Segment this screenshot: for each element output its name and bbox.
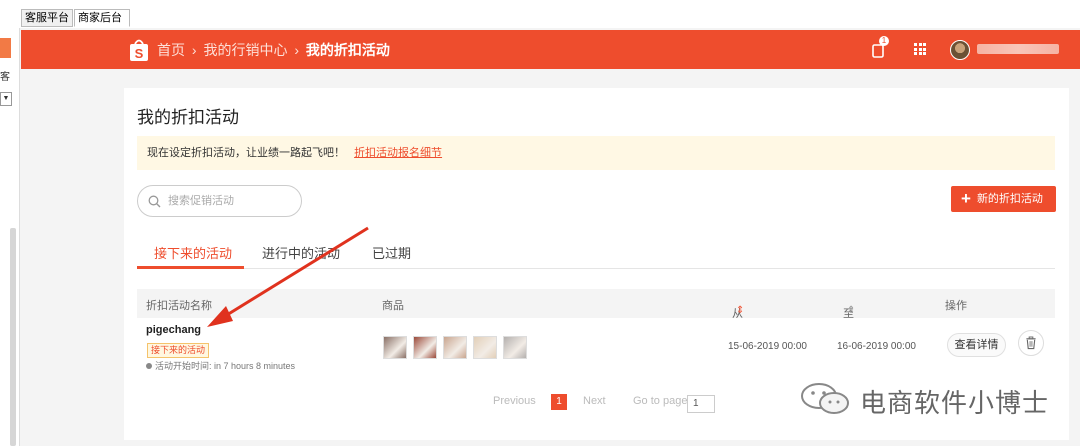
watermark: 电商软件小博士 <box>798 382 1048 418</box>
column-header-products: 商品 <box>382 300 404 312</box>
breadcrumb-marketing-center[interactable]: 我的行销中心 <box>203 42 287 58</box>
start-time-info: 活动开始时间: in 7 hours 8 minutes <box>146 359 295 372</box>
product-thumbnail[interactable] <box>473 336 497 359</box>
search-input[interactable] <box>168 193 293 209</box>
next-page-button[interactable]: Next <box>583 395 606 407</box>
column-header-actions: 操作 <box>945 300 967 312</box>
product-thumbnail[interactable] <box>443 336 467 359</box>
table-row: pigechang 接下来的活动 活动开始时间: in 7 hours 8 mi… <box>137 318 1055 373</box>
wechat-logo-icon <box>801 383 849 414</box>
sort-icon: ⇕ <box>847 305 856 316</box>
product-thumbnail[interactable] <box>383 336 407 359</box>
start-time-text: 活动开始时间: in 7 hours 8 minutes <box>155 361 296 371</box>
new-discount-campaign-button[interactable]: + 新的折扣活动 <box>951 186 1056 212</box>
goto-page-input[interactable]: 1 <box>687 395 715 413</box>
goto-page-label: Go to page <box>633 395 688 407</box>
left-panel: 客 ▼ <box>0 28 20 446</box>
table-header: 折扣活动名称 商品 从 ⇕ 至 ⇕ 操作 <box>137 289 1055 320</box>
search-icon <box>148 195 161 208</box>
search-box[interactable] <box>137 185 302 217</box>
tab-upcoming[interactable]: 接下来的活动 <box>154 243 232 262</box>
notice-text: 现在设定折扣活动，让业绩一路起飞吧！ <box>147 147 345 159</box>
trash-icon[interactable] <box>1018 330 1044 356</box>
plus-icon: + <box>961 189 971 208</box>
active-tab-indicator <box>137 266 244 269</box>
notice-banner: 现在设定折扣活动，让业绩一路起飞吧！ 折扣活动报名细节 <box>137 136 1055 170</box>
breadcrumb: 首页 › 我的行销中心 › 我的折扣活动 <box>157 40 390 60</box>
current-page[interactable]: 1 <box>551 394 567 410</box>
page-title: 我的折扣活动 <box>137 108 239 127</box>
avatar[interactable] <box>950 40 970 60</box>
tab-expired[interactable]: 已过期 <box>372 243 411 262</box>
campaign-tabs: 接下来的活动 进行中的活动 已过期 <box>137 231 1055 269</box>
browser-tab-seller-center[interactable]: 商家后台 <box>74 9 130 27</box>
browser-tab-strip: 客服平台 商家后台 <box>0 0 1080 28</box>
tab-ongoing[interactable]: 进行中的活动 <box>262 243 340 262</box>
apps-grid-icon[interactable] <box>914 43 926 55</box>
sort-icon: ⇕ <box>736 305 745 316</box>
left-panel-scrollbar[interactable] <box>10 228 16 446</box>
breadcrumb-separator: › <box>294 42 300 58</box>
browser-tab-customer-service[interactable]: 客服平台 <box>21 9 73 27</box>
breadcrumb-current: 我的折扣活动 <box>305 42 390 58</box>
svg-text:S: S <box>135 46 144 61</box>
from-date: 15-06-2019 00:00 <box>728 341 807 352</box>
status-badge: 接下来的活动 <box>147 343 210 358</box>
new-button-label: 新的折扣活动 <box>976 193 1043 205</box>
left-panel-dropdown[interactable]: ▼ <box>0 92 12 106</box>
watermark-text: 电商软件小博士 <box>860 388 1050 418</box>
top-header: S 首页 › 我的行销中心 › 我的折扣活动 1 <box>21 30 1080 69</box>
left-panel-label: 客 <box>0 72 10 83</box>
username-redacted[interactable] <box>977 44 1059 54</box>
notification-badge: 1 <box>879 36 889 46</box>
product-thumbnail[interactable] <box>413 336 437 359</box>
breadcrumb-separator: › <box>191 42 197 58</box>
column-header-name: 折扣活动名称 <box>146 300 212 312</box>
view-details-button[interactable]: 查看详情 <box>947 333 1006 357</box>
campaign-name[interactable]: pigechang <box>146 324 201 336</box>
product-thumbnail[interactable] <box>503 336 527 359</box>
previous-page-button[interactable]: Previous <box>493 395 536 407</box>
clock-icon <box>146 363 152 369</box>
breadcrumb-home[interactable]: 首页 <box>157 42 185 58</box>
shopee-logo-icon[interactable]: S <box>129 37 149 62</box>
left-panel-active-marker[interactable] <box>0 38 11 58</box>
notice-link[interactable]: 折扣活动报名细节 <box>354 147 442 159</box>
to-date: 16-06-2019 00:00 <box>837 341 916 352</box>
